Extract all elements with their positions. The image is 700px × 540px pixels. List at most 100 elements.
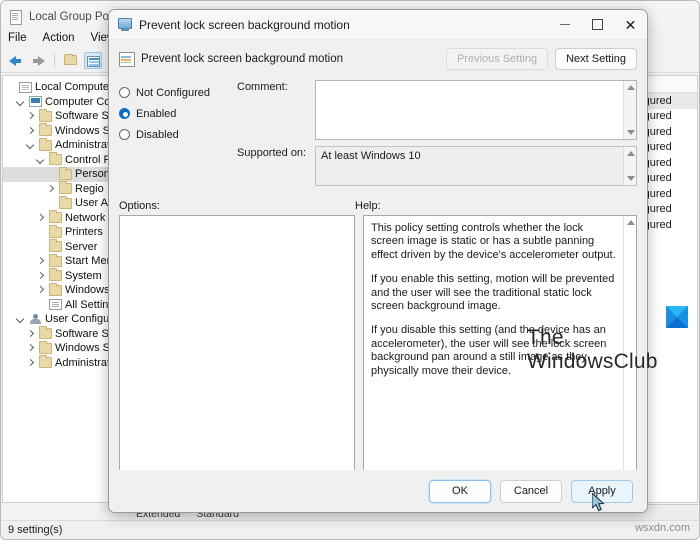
radio-enabled-label: Enabled [136,107,177,120]
folder-icon [49,239,62,253]
folder-icon [59,195,72,209]
scroll-down-icon[interactable] [627,130,635,135]
comment-and-supported-fields: Comment: Supported on: At least Windows … [237,80,637,192]
setting-icon [119,52,135,67]
folder-icon [49,210,62,224]
pane-labels: Options: Help: [119,200,637,212]
chevron-down-icon[interactable] [35,153,46,167]
menu-item-action[interactable]: Action [43,32,75,44]
tree-item-label: System [65,269,102,282]
supported-on-scrollbar[interactable] [623,147,636,185]
dialog-subheader: Prevent lock screen background motion Pr… [109,40,647,78]
gpe-app-icon [9,9,23,25]
window-controls: ✕ [548,10,647,40]
options-pane[interactable] [119,215,355,484]
comment-input[interactable] [315,80,637,140]
status-setting-count: 9 setting(s) [8,523,63,536]
next-setting-button[interactable]: Next Setting [555,48,637,70]
tree-item-label: User A [75,197,109,210]
folder-icon [39,326,52,340]
help-paragraph: If you enable this setting, motion will … [371,273,615,313]
chevron-down-icon[interactable] [15,312,26,326]
chevron-right-icon[interactable] [35,283,46,297]
radio-enabled-dot [119,108,130,119]
comment-scrollbar[interactable] [623,81,636,139]
chevron-right-icon[interactable] [35,254,46,268]
comment-label: Comment: [237,81,288,93]
mouse-cursor [591,491,606,513]
watermark-line2: WindowsClub [527,350,658,373]
user-icon [29,313,42,325]
radio-not-configured-dot [119,87,130,98]
radio-not-configured-label: Not Configured [136,86,210,99]
radio-disabled-dot [119,129,130,140]
ok-button[interactable]: OK [429,479,491,503]
chevron-right-icon[interactable] [45,182,56,196]
dialog-title: Prevent lock screen background motion [139,17,350,32]
chevron-right-icon[interactable] [35,211,46,225]
folder-icon [59,181,72,195]
tree-item-label: Regio [75,182,104,195]
previous-setting-button[interactable]: Previous Setting [445,48,549,70]
up-folder-icon[interactable] [62,52,80,69]
scroll-up-icon[interactable] [627,85,635,90]
show-hide-console-tree-icon[interactable] [84,52,102,69]
maximize-icon[interactable] [581,10,614,40]
chevron-right-icon[interactable] [25,109,36,123]
state-and-fields-row: Not Configured Enabled Disabled Comment: [119,80,637,192]
folder-icon [59,166,72,180]
radio-disabled-label: Disabled [136,128,179,141]
setting-name: Prevent lock screen background motion [141,53,343,65]
folder-icon [39,355,52,369]
options-label: Options: [119,200,160,212]
radio-enabled[interactable]: Enabled [119,103,237,124]
supported-on-input[interactable]: At least Windows 10 [315,146,637,186]
help-paragraph: This policy setting controls whether the… [371,222,616,261]
dialog-title-bar[interactable]: Prevent lock screen background motion ✕ [109,10,647,40]
watermark-bottom-right: wsxdn.com [634,522,690,534]
folder-icon [39,123,52,137]
cancel-button[interactable]: Cancel [500,479,562,503]
close-icon[interactable]: ✕ [614,10,647,40]
folder-icon [39,137,52,151]
back-arrow-icon[interactable] [7,52,25,69]
comment-field-row: Comment: [237,80,637,142]
supported-on-field-row: Supported on: At least Windows 10 [237,146,637,188]
chevron-right-icon[interactable] [25,327,36,341]
tree-item-label: Server [65,240,98,253]
dialog-footer: OK Cancel Apply [109,470,647,512]
supported-on-label: Supported on: [237,147,307,159]
tree-item-label: Network [65,211,106,224]
policy-state-radio-group: Not Configured Enabled Disabled [119,80,237,192]
supported-on-value: At least Windows 10 [321,150,421,162]
menu-item-file[interactable]: File [8,32,27,44]
folder-icon [39,340,52,354]
chevron-down-icon[interactable] [15,95,26,109]
folder-icon [49,282,62,296]
minimize-icon[interactable] [548,10,581,40]
chevron-right-icon[interactable] [25,356,36,370]
gpe-status-bar: 9 setting(s) [2,520,698,538]
all-settings-icon [49,299,62,311]
radio-disabled[interactable]: Disabled [119,124,237,145]
scroll-down-icon[interactable] [627,176,635,181]
scroll-up-icon[interactable] [627,151,635,156]
folder-icon [49,253,62,267]
forward-arrow-icon[interactable] [29,52,47,69]
chevron-right-icon[interactable] [25,341,36,355]
dialog-main: Not Configured Enabled Disabled Comment: [109,78,647,484]
folder-icon [49,224,62,238]
watermark-line1: The [527,326,564,349]
chevron-down-icon[interactable] [25,138,36,152]
chevron-right-icon[interactable] [25,124,36,138]
tree-item-label: Windows [65,284,110,297]
radio-not-configured[interactable]: Not Configured [119,82,237,103]
chevron-right-icon[interactable] [35,269,46,283]
policy-setting-icon [118,18,132,31]
scroll-up-icon[interactable] [627,220,635,225]
